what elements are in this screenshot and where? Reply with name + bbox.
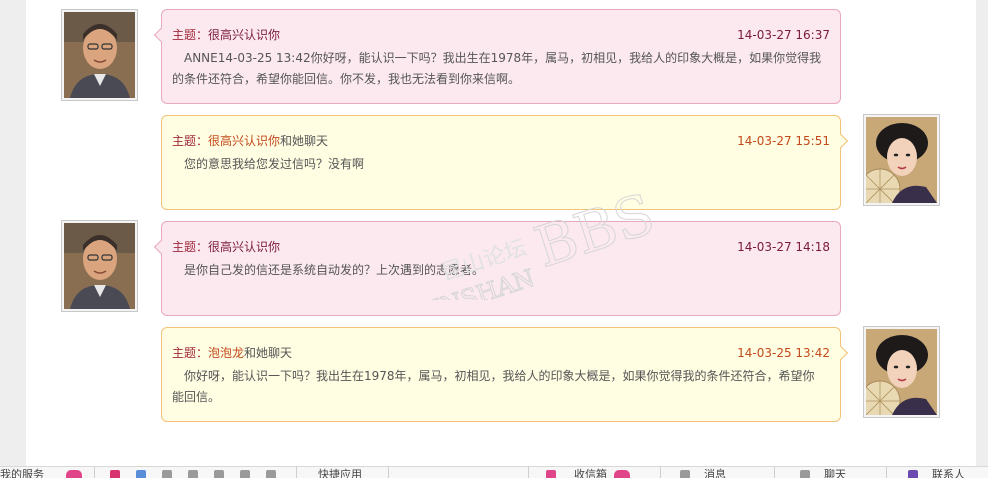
recipient-avatar[interactable] <box>863 326 940 418</box>
toolbar-divider <box>774 467 775 478</box>
app-icon[interactable] <box>266 470 276 478</box>
contacts-icon[interactable] <box>908 470 918 478</box>
message-thread: 主题：很高兴认识你 14-03-27 16:37 ANNE14-03-25 13… <box>26 0 976 466</box>
subject-topic-link[interactable]: 很高兴认识你 <box>208 240 280 254</box>
male-avatar-icon <box>64 12 135 98</box>
toolbar-divider <box>660 467 661 478</box>
subject-topic-link[interactable]: 很高兴认识你 <box>208 28 280 42</box>
message-bubble: 主题：很高兴认识你 14-03-27 14:18 是你自己发的信还是系统自动发的… <box>153 221 841 316</box>
message-subject: 主题：很高兴认识你 <box>172 238 280 255</box>
bubble-arrow <box>833 345 849 361</box>
subject-suffix[interactable]: 和她聊天 <box>280 134 328 148</box>
app-icon[interactable] <box>162 470 172 478</box>
quick-apps-menu[interactable]: 快捷应用 <box>318 469 362 478</box>
message-time: 14-03-27 16:37 <box>737 28 830 42</box>
bubble-arrow <box>153 239 169 255</box>
messages-button[interactable]: 消息 <box>704 469 726 478</box>
my-services-menu[interactable]: 我的服务 <box>0 469 44 478</box>
inbox-button[interactable]: 收信箱 <box>574 469 607 478</box>
sender-avatar[interactable] <box>61 9 138 101</box>
message-body: 您的意思我给您发过信吗？没有啊 <box>184 157 365 171</box>
subject-label: 主题： <box>172 346 209 360</box>
subject-label: 主题： <box>172 240 209 254</box>
toolbar-divider <box>528 467 529 478</box>
toolbar-divider <box>296 467 297 478</box>
app-icon[interactable] <box>110 470 120 478</box>
message-body: ANNE14-03-25 13:42你好呀，能认识一下吗？我出生在1978年，属… <box>172 51 822 86</box>
subject-suffix[interactable]: 和她聊天 <box>244 346 292 360</box>
message-subject: 主题：泡泡龙和她聊天 <box>172 344 292 361</box>
subject-label: 主题： <box>172 134 209 148</box>
subject-topic-link[interactable]: 很高兴认识你 <box>208 134 280 148</box>
app-icon[interactable] <box>240 470 250 478</box>
app-icon[interactable] <box>136 470 146 478</box>
app-icon[interactable] <box>188 470 198 478</box>
message-time: 14-03-27 14:18 <box>737 240 830 254</box>
message-subject: 主题：很高兴认识你 <box>172 26 280 43</box>
mail-icon[interactable] <box>546 470 556 478</box>
female-avatar-icon <box>866 117 937 203</box>
notification-badge <box>66 470 82 478</box>
app-icon[interactable] <box>214 470 224 478</box>
male-avatar-icon <box>64 223 135 309</box>
recipient-avatar[interactable] <box>863 114 940 206</box>
inbox-count-badge <box>614 470 630 478</box>
toolbar-divider <box>388 467 389 478</box>
bottom-toolbar: 我的服务 快捷应用 收信箱 消息 聊天 联系人 <box>0 466 988 478</box>
female-avatar-icon <box>866 329 937 415</box>
message-subject: 主题：很高兴认识你和她聊天 <box>172 132 328 149</box>
bubble-arrow <box>153 27 169 43</box>
contacts-button[interactable]: 联系人 <box>932 469 965 478</box>
subject-topic-link[interactable]: 泡泡龙 <box>208 346 244 360</box>
chat-icon[interactable] <box>800 470 810 478</box>
toolbar-divider <box>94 467 95 478</box>
message-bubble: 主题：泡泡龙和她聊天 14-03-25 13:42 你好呀，能认识一下吗？我出生… <box>161 327 849 422</box>
message-time: 14-03-27 15:51 <box>737 134 830 148</box>
message-body: 你好呀，能认识一下吗？我出生在1978年，属马，初相见，我给人的印象大概是，如果… <box>172 369 815 404</box>
message-time: 14-03-25 13:42 <box>737 346 830 360</box>
sender-avatar[interactable] <box>61 220 138 312</box>
message-icon[interactable] <box>680 470 690 478</box>
toolbar-divider <box>886 467 887 478</box>
message-bubble: 主题：很高兴认识你 14-03-27 16:37 ANNE14-03-25 13… <box>153 9 841 104</box>
chat-button[interactable]: 聊天 <box>824 469 846 478</box>
message-bubble: 主题：很高兴认识你和她聊天 14-03-27 15:51 您的意思我给您发过信吗… <box>161 115 849 210</box>
subject-label: 主题： <box>172 28 209 42</box>
bubble-arrow <box>833 133 849 149</box>
message-body: 是你自己发的信还是系统自动发的？上次遇到的志愿者。 <box>184 263 485 277</box>
